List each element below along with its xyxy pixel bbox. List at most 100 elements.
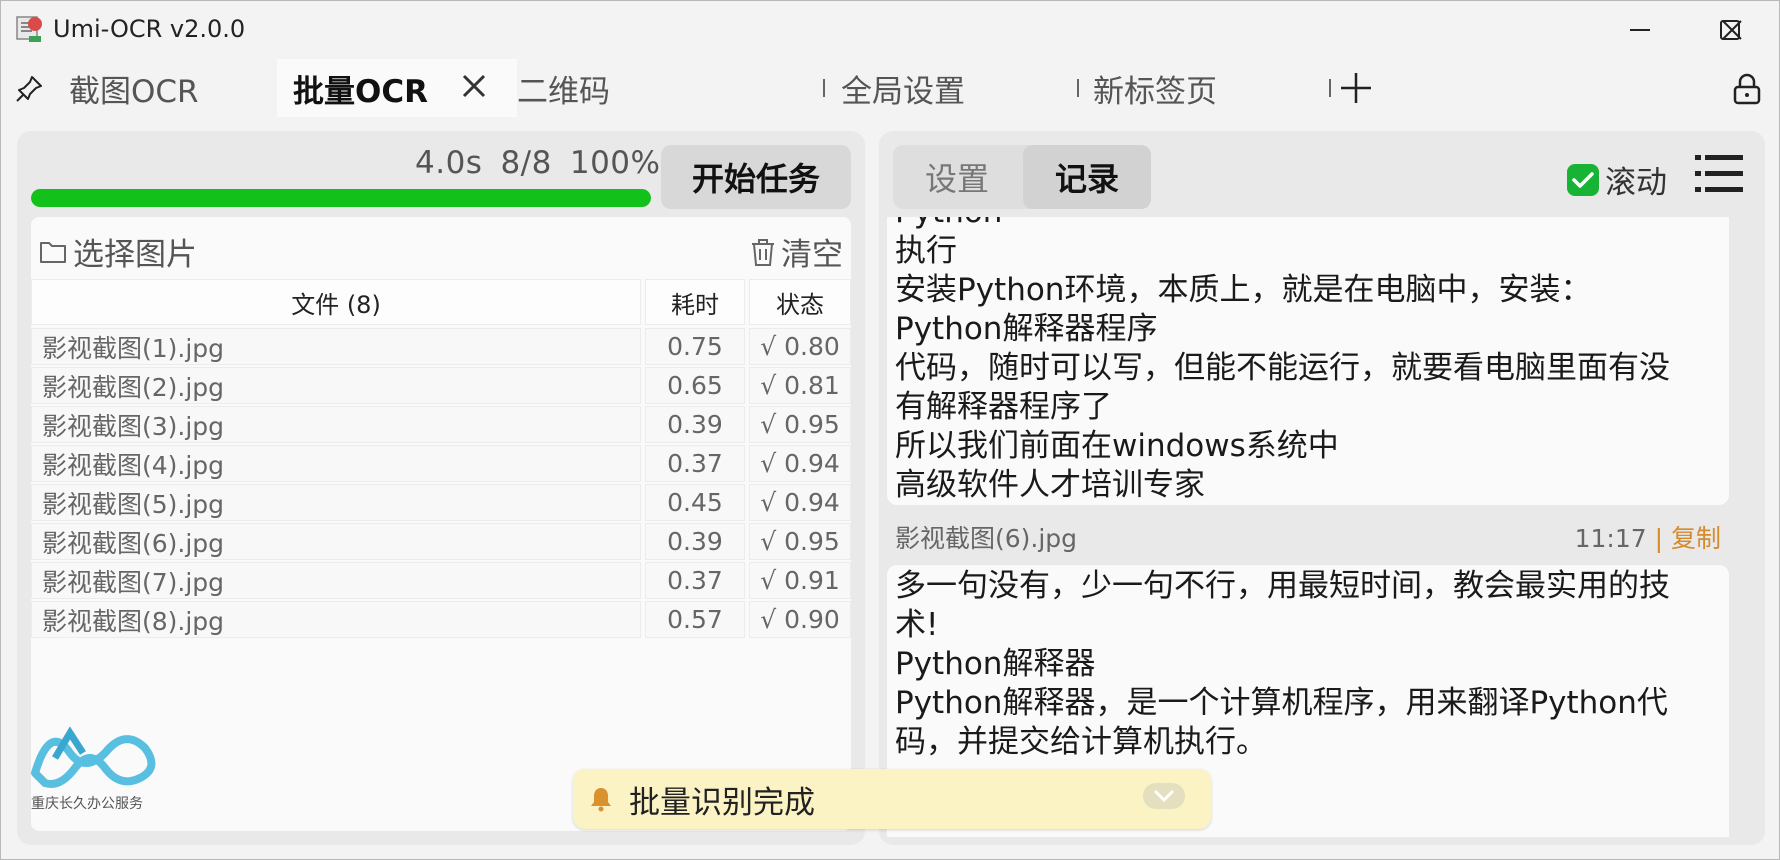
ocr-line: 安装Python环境，本质上，就是在电脑中，安装： — [895, 272, 1592, 308]
notification-toast[interactable]: 批量识别完成 — [573, 769, 1211, 829]
file-status: √ 0.80 — [749, 328, 851, 365]
menu-icon[interactable] — [1695, 153, 1743, 199]
progress-stats: 4.0s 8/8 100% — [415, 145, 660, 181]
tab-label: 二维码 — [517, 73, 610, 110]
add-tab-icon[interactable] — [1339, 71, 1373, 109]
file-time: 0.39 — [645, 523, 745, 560]
auto-scroll-checkbox[interactable]: 滚动 — [1567, 157, 1667, 202]
file-name: 影视截图(8).jpg — [31, 601, 641, 638]
log-scroll-area[interactable]: Python 执行 安装Python环境，本质上，就是在电脑中，安装： Pyth… — [887, 217, 1757, 837]
record-file-name: 影视截图(6).jpg — [895, 524, 1078, 553]
elapsed-time: 4.0s — [415, 145, 483, 181]
table-header: 文件 (8) 耗时 状态 — [31, 279, 851, 325]
file-time: 0.39 — [645, 406, 745, 443]
ocr-line: 术! — [895, 607, 939, 643]
ocr-line: Python — [895, 217, 1721, 232]
table-row[interactable]: 影视截图(1).jpg 0.75 √ 0.80 — [31, 328, 851, 365]
file-time: 0.65 — [645, 367, 745, 404]
tab-label: 全局设置 — [841, 73, 965, 110]
file-name: 影视截图(1).jpg — [31, 328, 641, 365]
tab-label: 新标签页 — [1093, 73, 1217, 110]
clear-button[interactable]: 清空 — [749, 229, 843, 274]
tab-screenshot-ocr[interactable]: 截图OCR — [69, 59, 269, 117]
column-header-time[interactable]: 耗时 — [645, 279, 745, 325]
table-row[interactable]: 影视截图(6).jpg 0.39 √ 0.95 — [31, 523, 851, 560]
file-status: √ 0.94 — [749, 445, 851, 482]
ocr-line: Python解释器，是一个计算机程序，用来翻译Python代 — [895, 685, 1668, 721]
ocr-line: Python解释器程序 — [895, 311, 1158, 347]
ocr-line: 执行 — [895, 233, 957, 269]
tab-divider — [1077, 79, 1079, 97]
notification-message: 批量识别完成 — [629, 784, 815, 821]
file-name: 影视截图(7).jpg — [31, 562, 641, 599]
file-name: 影视截图(5).jpg — [31, 484, 641, 521]
minimize-button[interactable] — [1595, 5, 1685, 55]
folder-icon — [40, 241, 66, 263]
tab-divider — [1329, 79, 1331, 97]
ocr-line: 高级软件人才培训专家 — [895, 467, 1205, 503]
app-logo-icon — [15, 14, 45, 44]
tab-bar: 截图OCR 批量OCR 二维码 全局设置 新标签页 — [1, 59, 1779, 117]
ocr-line: Python解释器 — [895, 646, 1096, 682]
column-header-file[interactable]: 文件 (8) — [31, 279, 641, 325]
ocr-line: 多一句没有，少一句不行，用最短时间，教会最实用的技 — [895, 568, 1670, 604]
close-button[interactable] — [1687, 5, 1777, 55]
trash-icon — [752, 238, 774, 266]
column-header-status[interactable]: 状态 — [749, 279, 851, 325]
ocr-result-block[interactable]: Python 执行 安装Python环境，本质上，就是在电脑中，安装： Pyth… — [887, 217, 1729, 505]
lock-icon[interactable] — [1731, 73, 1763, 109]
file-time: 0.57 — [645, 601, 745, 638]
watermark-logo — [25, 713, 175, 797]
table-row[interactable]: 影视截图(2).jpg 0.65 √ 0.81 — [31, 367, 851, 404]
title-bar: Umi-OCR v2.0.0 — [1, 1, 1779, 59]
bell-icon — [591, 788, 611, 812]
tab-batch-ocr[interactable]: 批量OCR — [277, 59, 517, 117]
file-status: √ 0.81 — [749, 367, 851, 404]
progress-bar — [31, 189, 651, 207]
file-time: 0.37 — [645, 562, 745, 599]
table-row[interactable]: 影视截图(4).jpg 0.37 √ 0.94 — [31, 445, 851, 482]
file-name: 影视截图(2).jpg — [31, 367, 641, 404]
tab-label: 批量OCR — [293, 73, 428, 110]
ocr-line: 代码，随时可以写，但能不能运行，就要看电脑里面有没 — [895, 350, 1670, 386]
file-status: √ 0.95 — [749, 523, 851, 560]
scroll-label: 滚动 — [1605, 165, 1667, 201]
ocr-line: 码，并提交给计算机执行。 — [895, 724, 1267, 760]
pin-icon[interactable] — [15, 73, 45, 107]
progress-fill — [31, 189, 651, 207]
file-status: √ 0.95 — [749, 406, 851, 443]
file-time: 0.37 — [645, 445, 745, 482]
file-status: √ 0.90 — [749, 601, 851, 638]
ocr-line: 有解释器程序了 — [895, 389, 1112, 425]
file-time: 0.45 — [645, 484, 745, 521]
copy-link[interactable]: 复制 — [1671, 524, 1721, 553]
tab-settings[interactable]: 设置 — [893, 145, 1021, 209]
file-status: √ 0.94 — [749, 484, 851, 521]
start-task-button[interactable]: 开始任务 — [661, 145, 851, 209]
file-status: √ 0.91 — [749, 562, 851, 599]
select-images-label: 选择图片 — [73, 237, 197, 273]
table-row[interactable]: 影视截图(8).jpg 0.57 √ 0.90 — [31, 601, 851, 638]
tab-new-tab[interactable]: 新标签页 — [1093, 59, 1293, 117]
file-name: 影视截图(3).jpg — [31, 406, 641, 443]
ocr-line: 所以我们前面在windows系统中 — [895, 428, 1339, 464]
file-count: 8/8 — [500, 145, 552, 181]
tab-record[interactable]: 记录 — [1023, 145, 1151, 209]
progress-percent: 100% — [569, 145, 661, 181]
tab-divider — [823, 79, 825, 97]
file-name: 影视截图(4).jpg — [31, 445, 641, 482]
watermark-text: 重庆长久办公服务 — [31, 796, 143, 812]
record-time: 11:17 — [1574, 524, 1647, 553]
table-row[interactable]: 影视截图(3).jpg 0.39 √ 0.95 — [31, 406, 851, 443]
table-row[interactable]: 影视截图(7).jpg 0.37 √ 0.91 — [31, 562, 851, 599]
select-images-button[interactable]: 选择图片 — [39, 229, 197, 274]
table-row[interactable]: 影视截图(5).jpg 0.45 √ 0.94 — [31, 484, 851, 521]
record-entry-header: 影视截图(6).jpg 11:17 | 复制 — [895, 519, 1721, 555]
file-time: 0.75 — [645, 328, 745, 365]
window-title: Umi-OCR v2.0.0 — [53, 15, 246, 43]
tab-global-settings[interactable]: 全局设置 — [841, 59, 1041, 117]
chevron-down-icon[interactable] — [1143, 783, 1185, 809]
tab-qrcode[interactable]: 二维码 — [517, 59, 717, 117]
close-tab-icon[interactable] — [459, 71, 489, 109]
checkbox-checked-icon — [1567, 163, 1599, 196]
